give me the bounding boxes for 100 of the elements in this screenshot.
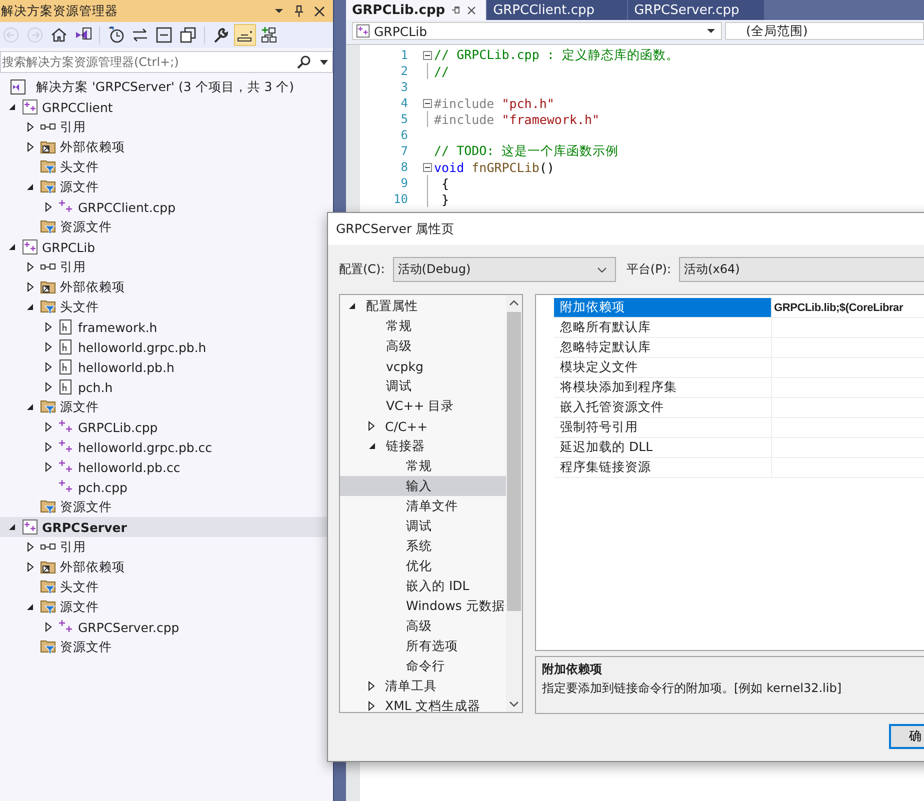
collapsed-arrow-icon[interactable]: [26, 142, 34, 152]
tree-item[interactable]: helloworld.grpc.pb.h: [78, 340, 206, 354]
tree-item[interactable]: 调试: [406, 518, 432, 534]
config-dropdown[interactable]: 活动(Debug): [392, 257, 616, 282]
ok-button[interactable]: 确: [889, 724, 924, 749]
expanded-arrow-icon[interactable]: [26, 403, 34, 411]
file-tab[interactable]: GRPCClient.cpp: [487, 0, 628, 20]
tree-item[interactable]: 源文件: [60, 398, 99, 416]
tree-item[interactable]: 资源文件: [60, 218, 112, 236]
collapsed-arrow-icon[interactable]: [44, 462, 52, 472]
collapsed-arrow-icon[interactable]: [368, 701, 375, 711]
tree-item[interactable]: 引用: [60, 258, 86, 276]
tree-item[interactable]: helloworld.grpc.pb.cc: [78, 440, 212, 454]
collapsed-arrow-icon[interactable]: [26, 122, 34, 132]
tree-item[interactable]: 外部依赖项: [60, 558, 125, 576]
collapsed-arrow-icon[interactable]: [44, 422, 52, 432]
expanded-arrow-icon[interactable]: [26, 303, 34, 311]
property-name[interactable]: 忽略所有默认库: [554, 318, 771, 337]
property-name[interactable]: 延迟加载的 DLL: [554, 438, 771, 457]
property-name[interactable]: 将模块添加到程序集: [554, 378, 771, 397]
tree-item[interactable]: 常规: [406, 458, 432, 474]
dropdown-icon[interactable]: [274, 8, 284, 14]
tree-item[interactable]: GRPCServer: [42, 520, 127, 534]
collapsed-arrow-icon[interactable]: [44, 382, 52, 392]
tree-item[interactable]: 所有选项: [406, 638, 458, 654]
property-name[interactable]: 附加依赖项: [554, 298, 771, 317]
tree-item[interactable]: 清单工具: [385, 678, 437, 694]
property-value[interactable]: GRPCLib.lib;$(CoreLibrar: [774, 302, 904, 314]
tree-item[interactable]: 嵌入的 IDL: [406, 578, 470, 594]
property-name[interactable]: 强制符号引用: [554, 418, 771, 437]
platform-dropdown[interactable]: 活动(x64): [679, 257, 924, 282]
collapsed-arrow-icon[interactable]: [44, 322, 52, 332]
tree-item[interactable]: helloworld.pb.cc: [78, 460, 180, 474]
tree-item[interactable]: framework.h: [78, 320, 158, 334]
tree-item[interactable]: 头文件: [60, 578, 99, 596]
fold-icon[interactable]: [423, 98, 432, 108]
tree-item[interactable]: 外部依赖项: [60, 278, 125, 296]
tree-item[interactable]: VC++ 目录: [386, 398, 454, 414]
scrollbar[interactable]: [506, 295, 522, 712]
scroll-up-icon[interactable]: [509, 300, 519, 306]
tree-item[interactable]: 配置属性: [366, 298, 418, 314]
expanded-arrow-icon[interactable]: [8, 243, 16, 251]
scope-dropdown[interactable]: (全局范围): [725, 22, 924, 40]
tree-item[interactable]: GRPCClient: [42, 100, 113, 114]
tree-item[interactable]: 高级: [386, 338, 412, 354]
tree-item[interactable]: 资源文件: [60, 638, 112, 656]
property-name[interactable]: 模块定义文件: [554, 358, 771, 377]
project-dropdown[interactable]: GRPCLib: [352, 22, 722, 40]
selected-tree-row[interactable]: 输入: [340, 476, 506, 496]
tree-item[interactable]: helloworld.pb.h: [78, 360, 174, 374]
tree-item[interactable]: 常规: [386, 318, 412, 334]
search-icon[interactable]: [297, 55, 311, 69]
collapsed-arrow-icon[interactable]: [44, 342, 52, 352]
tree-item[interactable]: 清单文件: [406, 498, 458, 514]
tree-item[interactable]: 头文件: [60, 298, 99, 316]
fold-icon[interactable]: [423, 162, 432, 172]
tree-item[interactable]: vcpkg: [386, 358, 424, 374]
tree-item[interactable]: GRPCLib: [42, 240, 96, 254]
collapsed-arrow-icon[interactable]: [44, 622, 52, 632]
tree-item[interactable]: 优化: [406, 558, 432, 574]
tree-item[interactable]: pch.cpp: [78, 480, 128, 494]
property-name[interactable]: 程序集链接资源: [554, 458, 771, 477]
tree-item[interactable]: GRPCClient.cpp: [78, 200, 176, 214]
collapsed-arrow-icon[interactable]: [44, 362, 52, 372]
collapsed-arrow-icon[interactable]: [368, 421, 375, 431]
expanded-arrow-icon[interactable]: [26, 183, 34, 191]
expanded-arrow-icon[interactable]: [368, 442, 376, 450]
tree-item[interactable]: 高级: [406, 618, 432, 634]
property-name[interactable]: 忽略特定默认库: [554, 338, 771, 357]
search-field[interactable]: 搜索解决方案资源管理器(Ctrl+;): [0, 51, 333, 73]
fold-icon[interactable]: [423, 50, 432, 60]
tree-item[interactable]: 源文件: [60, 178, 99, 196]
pin-icon[interactable]: [451, 6, 462, 14]
expanded-arrow-icon[interactable]: [8, 103, 16, 111]
solution-label[interactable]: 解决方案 'GRPCServer' (3 个项目，共 3 个): [36, 78, 294, 96]
tree-item[interactable]: pch.h: [78, 380, 113, 394]
collapsed-arrow-icon[interactable]: [368, 681, 375, 691]
tree-item[interactable]: Windows 元数据: [406, 598, 505, 614]
tree-item[interactable]: 链接器: [386, 438, 425, 454]
tree-item[interactable]: C/C++: [385, 418, 428, 434]
expanded-arrow-icon[interactable]: [26, 603, 34, 611]
pin-icon[interactable]: [294, 5, 304, 17]
tree-item[interactable]: XML 文档生成器: [385, 698, 480, 714]
tree-item[interactable]: 资源文件: [60, 498, 112, 516]
collapsed-arrow-icon[interactable]: [26, 542, 34, 552]
tree-item[interactable]: 头文件: [60, 158, 99, 176]
preview-button[interactable]: [234, 24, 256, 46]
property-name[interactable]: 嵌入托管资源文件: [554, 398, 771, 417]
tree-item[interactable]: 引用: [60, 538, 86, 556]
tree-item[interactable]: 外部依赖项: [60, 138, 125, 156]
dropdown-icon[interactable]: [320, 60, 328, 65]
collapsed-arrow-icon[interactable]: [26, 562, 34, 572]
collapsed-arrow-icon[interactable]: [44, 442, 52, 452]
expanded-arrow-icon[interactable]: [348, 302, 356, 310]
tree-item[interactable]: 系统: [406, 538, 432, 554]
expanded-arrow-icon[interactable]: [8, 523, 16, 531]
scroll-down-icon[interactable]: [509, 701, 519, 707]
tree-item[interactable]: GRPCServer.cpp: [78, 620, 180, 634]
tree-item[interactable]: 输入: [406, 478, 432, 494]
collapsed-arrow-icon[interactable]: [44, 202, 52, 212]
